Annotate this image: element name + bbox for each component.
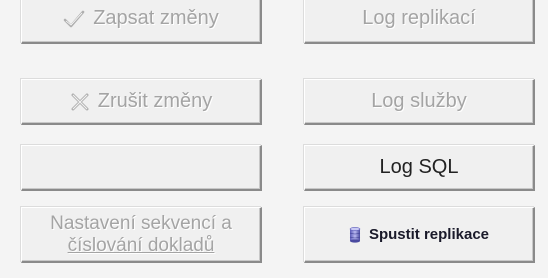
log-service-button[interactable]: Log služby (304, 79, 535, 125)
cross-icon (70, 92, 90, 112)
checkmark-icon (63, 9, 85, 29)
sequences-numbering-label-line2: číslování dokladů (67, 234, 215, 256)
save-changes-button[interactable]: Zapsat změny (21, 0, 262, 44)
log-sql-label: Log SQL (379, 156, 459, 178)
sequences-numbering-button[interactable]: Nastavení sekvencí a číslování dokladů (21, 207, 262, 263)
run-replication-label: Spustit replikace (368, 226, 490, 243)
save-changes-label: Zapsat změny (93, 7, 219, 29)
log-replication-label: Log replikací (362, 7, 476, 29)
sequences-numbering-label-line1: Nastavení sekvencí a (50, 212, 232, 234)
log-sql-button[interactable]: Log SQL (304, 145, 535, 191)
database-icon (349, 226, 361, 243)
log-replication-button[interactable]: Log replikací (304, 0, 535, 44)
log-service-label: Log služby (371, 90, 467, 112)
run-replication-button[interactable]: Spustit replikace (304, 207, 535, 263)
blank-button[interactable] (21, 145, 262, 191)
cancel-changes-button[interactable]: Zrušit změny (21, 79, 262, 125)
cancel-changes-label: Zrušit změny (97, 90, 213, 112)
